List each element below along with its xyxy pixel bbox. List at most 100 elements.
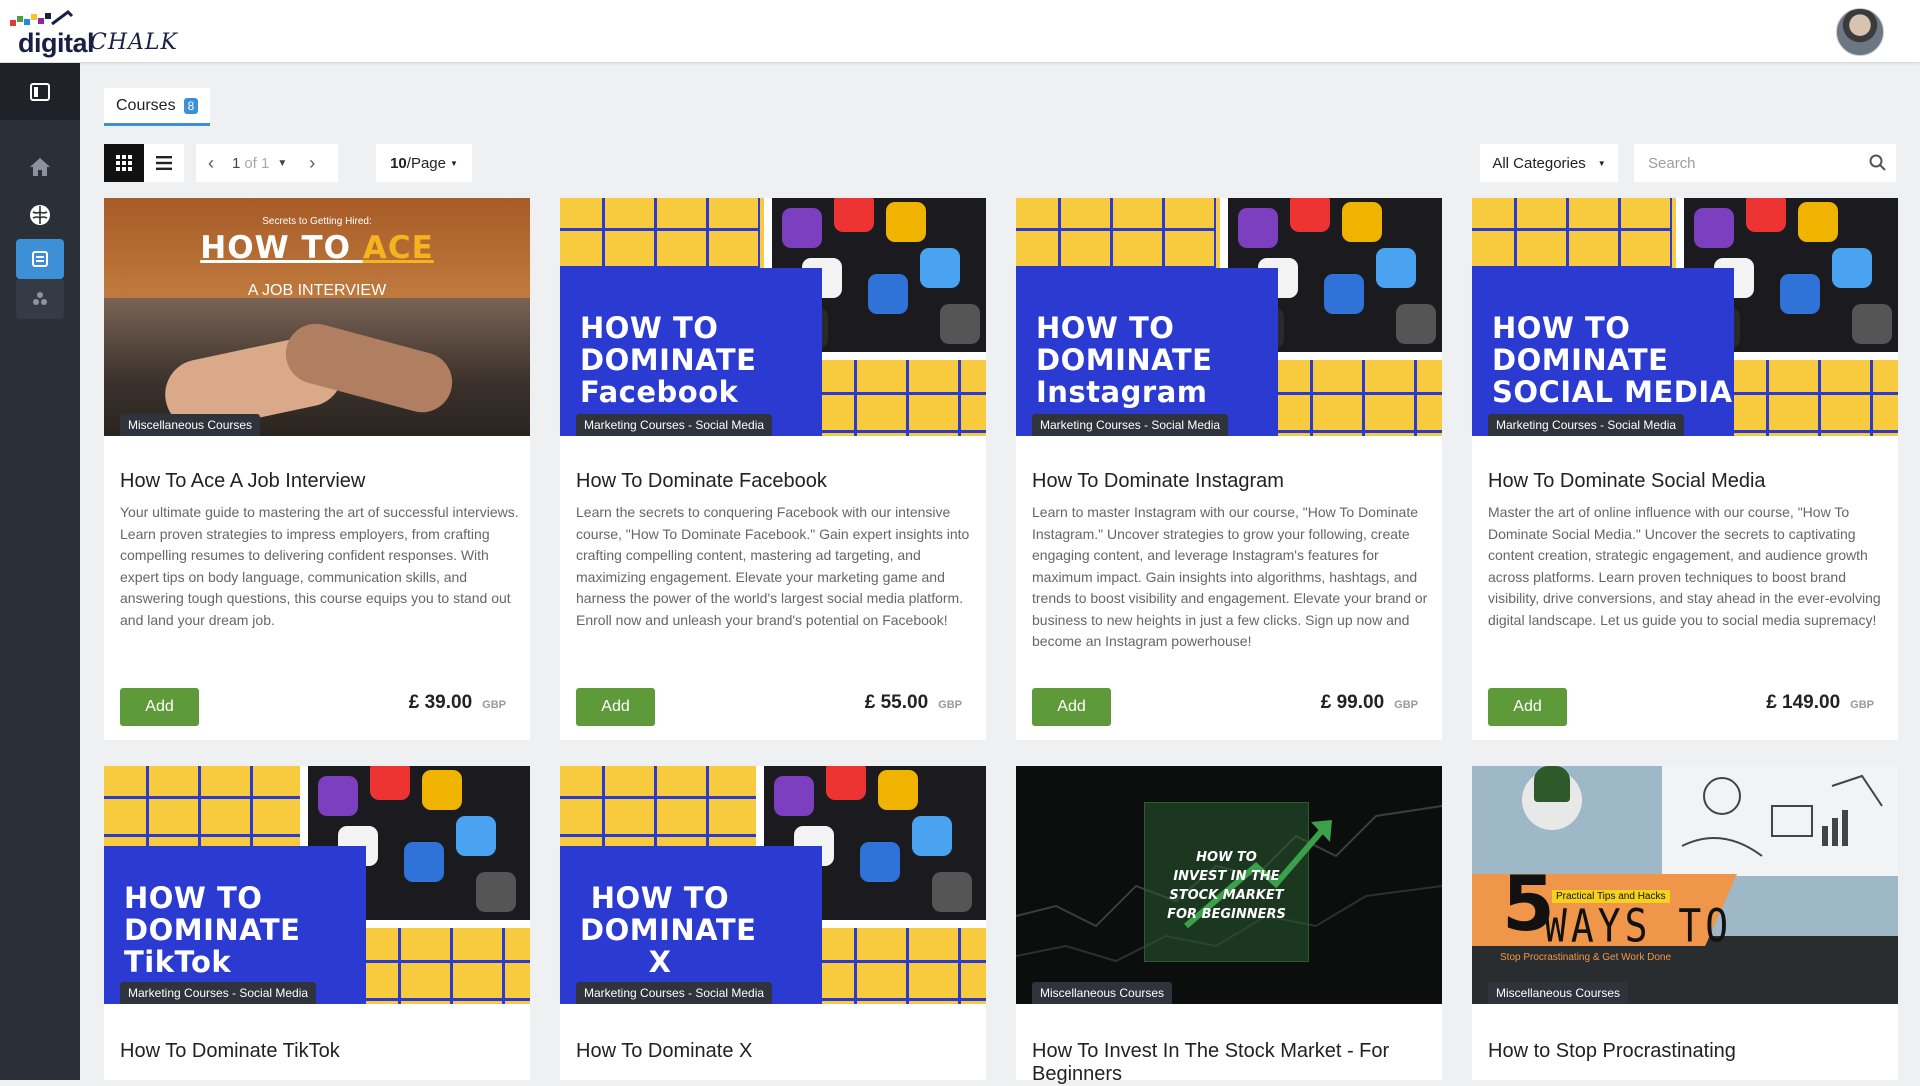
thumb-headline: HOW TO DOMINATE Facebook: [580, 312, 756, 408]
thumb-line-1: HOW TO: [1196, 850, 1257, 865]
course-thumbnail[interactable]: HOW TO DOMINATE X Marketing Courses - So…: [560, 766, 986, 1004]
thumb-subline: A JOB INTERVIEW: [247, 282, 387, 299]
sidebar: [0, 63, 80, 1080]
catalog-icon: [32, 251, 48, 267]
course-thumbnail[interactable]: HOW TO DOMINATE Facebook Marketing Cours…: [560, 198, 986, 436]
thumb-headline-accent: ACE: [362, 230, 434, 266]
doodles-graphic: [1681, 774, 1883, 857]
logo-word-digital: digital: [18, 28, 95, 58]
page-dropdown-icon[interactable]: ▼: [277, 158, 287, 169]
panel-icon: [30, 82, 50, 101]
course-card[interactable]: HOW TO INVEST IN THE STOCK MARKET FOR BE…: [1016, 766, 1442, 1085]
course-title[interactable]: How To Dominate Facebook: [576, 470, 976, 493]
list-view-button[interactable]: [144, 144, 184, 182]
thumb-line-1: HOW TO: [1492, 311, 1631, 345]
sidebar-toggle-button[interactable]: [0, 63, 80, 120]
users-icon: [33, 292, 47, 305]
list-icon: [156, 156, 172, 170]
thumb-line-2: DOMINATE: [1492, 343, 1669, 377]
tab-courses-label: Courses: [116, 96, 176, 114]
thumb-line-3: Instagram: [1036, 375, 1208, 409]
add-button[interactable]: Add: [1032, 688, 1111, 726]
thumb-headline: HOW TO INVEST IN THE STOCK MARKET FOR BE…: [1144, 848, 1309, 924]
thumb-line-2: DOMINATE: [580, 913, 757, 947]
course-title[interactable]: How To Dominate X: [576, 1040, 976, 1063]
thumb-headline-part: HOW TO: [200, 230, 363, 266]
per-page-select[interactable]: 10 /Page ▼: [376, 144, 472, 182]
course-card[interactable]: Secrets to Getting Hired: HOW TO ACE A J…: [104, 198, 530, 740]
caret-down-icon: ▼: [1597, 158, 1606, 168]
add-button[interactable]: Add: [576, 688, 655, 726]
category-badge: Marketing Courses - Social Media: [120, 982, 317, 1004]
search-icon: [1869, 154, 1886, 171]
sidebar-item-users[interactable]: [16, 279, 64, 319]
course-card[interactable]: HOW TO DOMINATE SOCIAL MEDIA Marketing C…: [1472, 198, 1898, 740]
sidebar-item-catalog[interactable]: [16, 239, 64, 279]
course-card[interactable]: HOW TO DOMINATE Facebook Marketing Cours…: [560, 198, 986, 740]
thumb-headline: HOW TO DOMINATE SOCIAL MEDIA: [1492, 312, 1733, 408]
course-price: £ 55.00 GBP: [865, 692, 962, 714]
thumb-line-1: HOW TO: [580, 311, 719, 345]
page-current[interactable]: 1: [232, 155, 240, 172]
pagination: ‹ 1 of 1 ▼ ›: [196, 144, 338, 182]
prev-page-button[interactable]: ‹: [196, 153, 226, 174]
tabs: Courses 8: [104, 88, 211, 126]
thumb-line-1: HOW TO: [1036, 311, 1175, 345]
category-badge: Marketing Courses - Social Media: [1488, 414, 1685, 436]
caret-down-icon: ▼: [449, 158, 458, 168]
search-input[interactable]: [1636, 145, 1846, 181]
thumb-headline: HOW TO ACE: [104, 230, 530, 266]
course-thumbnail[interactable]: 5 Practical Tips and Hacks WAYS TO Stop …: [1472, 766, 1898, 1004]
course-price: £ 149.00 GBP: [1766, 692, 1874, 714]
course-title[interactable]: How To Dominate Social Media: [1488, 470, 1888, 493]
home-icon: [30, 158, 50, 176]
thumb-line-2: DOMINATE: [580, 343, 757, 377]
price-currency: GBP: [1394, 699, 1418, 711]
thumb-line-3: TikTok: [124, 945, 232, 979]
digitalchalk-logo[interactable]: digital CHALK: [8, 6, 188, 58]
sidebar-item-home[interactable]: [16, 147, 64, 187]
brain-icon: [30, 205, 50, 225]
course-description: Your ultimate guide to mastering the art…: [120, 504, 519, 628]
courses-count-badge: 8: [183, 97, 199, 114]
course-card[interactable]: HOW TO DOMINATE X Marketing Courses - So…: [560, 766, 986, 1080]
course-price: £ 39.00 GBP: [409, 692, 506, 714]
thumb-subline: Stop Procrastinating & Get Work Done: [1500, 952, 1672, 963]
course-card[interactable]: HOW TO DOMINATE TikTok Marketing Courses…: [104, 766, 530, 1080]
next-page-button[interactable]: ›: [309, 153, 315, 174]
course-thumbnail[interactable]: HOW TO DOMINATE TikTok Marketing Courses…: [104, 766, 530, 1004]
course-title[interactable]: How to Stop Procrastinating: [1488, 1040, 1888, 1063]
add-button[interactable]: Add: [120, 688, 199, 726]
category-select-value: All Categories: [1492, 154, 1586, 172]
course-thumbnail[interactable]: Secrets to Getting Hired: HOW TO ACE A J…: [104, 198, 530, 436]
thumb-line-3: STOCK MARKET: [1169, 888, 1284, 903]
course-description: Learn to master Instagram with our cours…: [1032, 504, 1428, 649]
course-title[interactable]: How To Ace A Job Interview: [120, 470, 520, 493]
grid-view-button[interactable]: [104, 144, 144, 182]
sidebar-item-brain[interactable]: [16, 195, 64, 235]
category-badge: Miscellaneous Courses: [1488, 982, 1629, 1004]
search-button[interactable]: [1869, 154, 1886, 176]
price-currency: GBP: [1850, 699, 1874, 711]
course-thumbnail[interactable]: HOW TO INVEST IN THE STOCK MARKET FOR BE…: [1016, 766, 1442, 1004]
add-button[interactable]: Add: [1488, 688, 1567, 726]
thumb-headline: WAYS TO: [1544, 899, 1733, 953]
course-title[interactable]: How To Invest In The Stock Market - For …: [1032, 1040, 1432, 1086]
per-page-value: 10: [390, 154, 407, 172]
tab-courses[interactable]: Courses 8: [104, 88, 211, 126]
price-amount: £ 99.00: [1320, 692, 1385, 713]
thumb-headline: HOW TO DOMINATE TikTok: [124, 882, 300, 978]
course-title[interactable]: How To Dominate TikTok: [120, 1040, 520, 1063]
user-avatar[interactable]: [1836, 8, 1884, 56]
price-amount: £ 39.00: [408, 692, 473, 713]
category-badge: Marketing Courses - Social Media: [576, 982, 773, 1004]
course-card[interactable]: 5 Practical Tips and Hacks WAYS TO Stop …: [1472, 766, 1898, 1080]
thumb-headline: HOW TO DOMINATE X: [580, 882, 757, 978]
course-thumbnail[interactable]: HOW TO DOMINATE SOCIAL MEDIA Marketing C…: [1472, 198, 1898, 436]
course-thumbnail[interactable]: HOW TO DOMINATE Instagram Marketing Cour…: [1016, 198, 1442, 436]
course-title[interactable]: How To Dominate Instagram: [1032, 470, 1432, 493]
category-select[interactable]: All Categories ▼: [1480, 144, 1618, 182]
thumb-line-3: Facebook: [580, 375, 739, 409]
course-card[interactable]: HOW TO DOMINATE Instagram Marketing Cour…: [1016, 198, 1442, 740]
course-description: Master the art of online influence with …: [1488, 504, 1881, 628]
